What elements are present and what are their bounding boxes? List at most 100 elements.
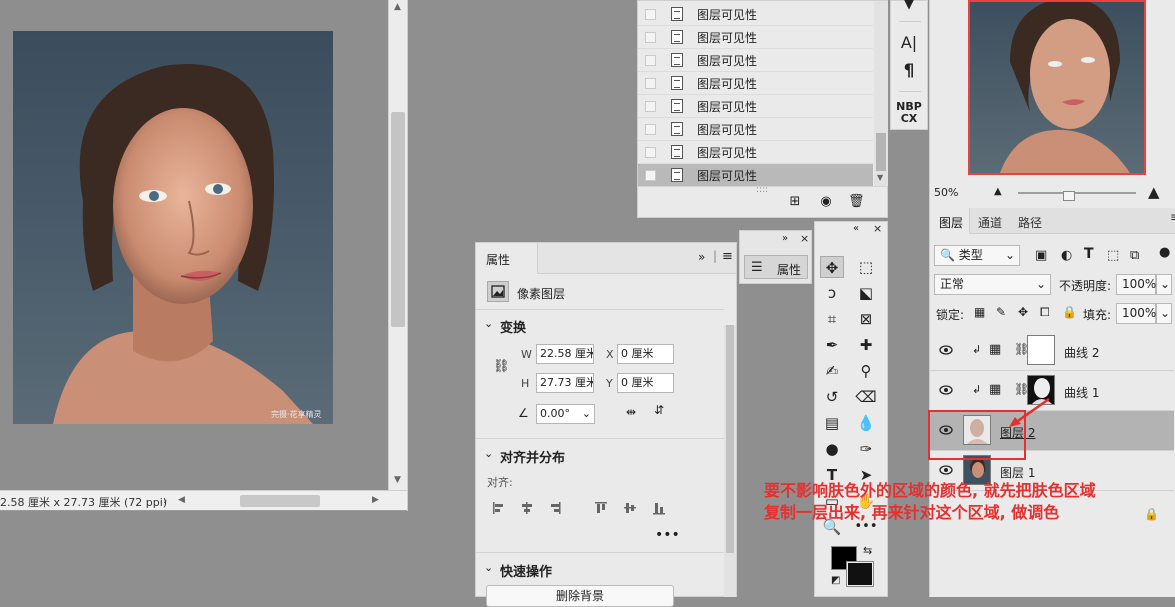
history-item-selected[interactable]: 图层可见性 [638, 164, 873, 187]
align-horizontal-centers-icon[interactable] [520, 501, 534, 515]
align-section-title[interactable]: 对齐并分布 [500, 447, 565, 466]
eraser-tool-icon[interactable]: ⌫ [854, 386, 878, 408]
expand-panel-icon[interactable]: » [782, 233, 788, 244]
more-options-icon[interactable]: ••• [655, 527, 680, 543]
adjustment-filter-icon[interactable]: ◐ [1061, 248, 1072, 263]
snapshot-checkbox[interactable] [645, 100, 656, 112]
snapshot-checkbox[interactable] [645, 123, 656, 135]
width-field[interactable]: 22.58 厘米 [536, 344, 594, 364]
document-size-status[interactable]: 2.58 厘米 x 27.73 厘米 (72 ppi) [0, 494, 167, 510]
glyphs-panel-icon[interactable]: NBP CX [891, 101, 927, 125]
healing-brush-tool-icon[interactable]: ✚ [854, 334, 878, 356]
fill-dropdown-icon[interactable]: ⌄ [1156, 303, 1172, 324]
history-item[interactable]: 图层可见性 [638, 141, 873, 164]
tab-channels[interactable]: 通道 [978, 214, 1002, 231]
layer-name[interactable]: 图层 1 [1000, 464, 1035, 481]
remove-background-button[interactable]: 删除背景 [486, 585, 674, 607]
scroll-up-icon[interactable]: ▲ [394, 2, 401, 12]
scroll-down-icon[interactable]: ▼ [394, 475, 401, 485]
canvas-area[interactable]: 完摄·花享精灵 [0, 0, 388, 490]
section-chevron-icon[interactable]: ⌄ [484, 447, 493, 460]
layer-name[interactable]: 曲线 1 [1064, 384, 1099, 401]
history-item[interactable]: 图层可见性 [638, 26, 873, 49]
frame-tool-icon[interactable]: ⊠ [854, 308, 878, 330]
scroll-down-icon[interactable]: ▼ [877, 173, 883, 182]
history-item[interactable]: 图层可见性 [638, 3, 873, 26]
status-menu-chevron-icon[interactable]: › [163, 494, 167, 507]
history-scroll-thumb[interactable] [876, 133, 886, 171]
layer-filter-select[interactable]: 🔍 类型 ⌄ [934, 245, 1020, 266]
gradient-tool-icon[interactable]: ▤ [820, 412, 844, 434]
lock-artboard-icon[interactable]: ⧠ [1040, 305, 1050, 320]
panel-menu-icon[interactable]: ≡ [1170, 210, 1175, 224]
tab-layers[interactable]: 图层 [939, 214, 963, 231]
close-icon[interactable]: × [800, 232, 809, 245]
resize-grip-icon[interactable]: :::: [756, 185, 768, 195]
dodge-tool-icon[interactable]: ● [820, 438, 844, 460]
swap-colors-icon[interactable]: ⇆ [863, 544, 872, 557]
crop-tool-icon[interactable]: ⌗ [820, 308, 844, 330]
x-field[interactable]: 0 厘米 [617, 344, 674, 364]
horizontal-scroll-thumb[interactable] [240, 495, 320, 507]
eye-visibility-icon[interactable] [939, 385, 953, 395]
transform-section-title[interactable]: 变换 [500, 317, 526, 336]
zoom-slider-track[interactable] [1018, 192, 1136, 194]
shape-filter-icon[interactable]: ⬚ [1107, 248, 1119, 263]
document-vertical-scrollbar[interactable]: ▲ ▼ [388, 0, 407, 490]
navigator-thumbnail[interactable] [968, 0, 1146, 175]
angle-field[interactable]: 0.00° ⌄ [536, 404, 595, 424]
lock-transparent-icon[interactable]: ▦ [974, 305, 985, 319]
blend-mode-select[interactable]: 正常 ⌄ [934, 274, 1051, 295]
y-field[interactable]: 0 厘米 [617, 373, 674, 393]
scroll-left-icon[interactable]: ◀ [178, 495, 185, 505]
object-selection-tool-icon[interactable]: ⬕ [854, 282, 878, 304]
scroll-right-icon[interactable]: ▶ [372, 495, 379, 505]
layer-row-curves-2[interactable]: ↲ ▦ ⛓ 曲线 2 [930, 331, 1174, 371]
snapshot-checkbox[interactable] [645, 146, 656, 158]
zoom-out-mountain-icon[interactable]: ▲ [994, 186, 1002, 197]
history-brush-tool-icon[interactable]: ↺ [820, 386, 844, 408]
history-item[interactable]: 图层可见性 [638, 95, 873, 118]
paragraph-panel-icon[interactable]: ¶ [891, 61, 927, 81]
align-left-edges-icon[interactable] [492, 501, 506, 515]
align-vertical-centers-icon[interactable] [623, 501, 637, 515]
lock-image-brush-icon[interactable]: ✎ [996, 305, 1006, 319]
snapshot-checkbox[interactable] [645, 8, 656, 20]
quick-actions-section-title[interactable]: 快速操作 [500, 561, 552, 580]
lock-position-icon[interactable]: ✥ [1018, 305, 1028, 319]
pen-tool-icon[interactable]: ✑ [854, 438, 878, 460]
section-chevron-icon[interactable]: ⌄ [484, 561, 493, 574]
smart-object-filter-icon[interactable]: ⧉ [1130, 248, 1139, 263]
clone-stamp-tool-icon[interactable]: ⚲ [854, 360, 878, 382]
type-filter-icon[interactable]: T [1084, 246, 1094, 262]
link-proportions-icon[interactable]: ⛓ [493, 359, 510, 374]
collapse-panel-icon[interactable]: » [698, 250, 705, 264]
trash-icon[interactable]: 🗑 [848, 195, 865, 209]
opacity-dropdown-icon[interactable]: ⌄ [1156, 274, 1172, 295]
align-bottom-edges-icon[interactable] [652, 501, 666, 515]
rectangular-marquee-tool-icon[interactable]: ⬚ [854, 256, 878, 278]
snapshot-checkbox[interactable] [645, 169, 656, 181]
flip-vertical-icon[interactable]: ⇵ [654, 403, 664, 417]
portrait-image[interactable]: 完摄·花享精灵 [13, 31, 333, 424]
eye-visibility-icon[interactable] [939, 345, 953, 355]
panel-menu-icon[interactable]: ≡ [722, 249, 733, 264]
history-item[interactable]: 图层可见性 [638, 118, 873, 141]
collapse-toolbar-icon[interactable]: « [853, 223, 859, 234]
background-color-swatch[interactable] [846, 561, 874, 587]
layer-name[interactable]: 曲线 2 [1064, 344, 1099, 361]
eyedropper-tool-icon[interactable]: ✒ [820, 334, 844, 356]
align-right-edges-icon[interactable] [548, 501, 562, 515]
properties-scrollbar[interactable] [724, 325, 736, 597]
opacity-field[interactable]: 100% [1116, 274, 1156, 295]
brush-tool-icon[interactable]: ✍ [820, 360, 844, 382]
camera-snapshot-icon[interactable]: ◉ [819, 195, 833, 209]
default-colors-icon[interactable]: ◩ [831, 575, 840, 586]
snapshot-checkbox[interactable] [645, 31, 656, 43]
close-icon[interactable]: × [873, 222, 882, 235]
properties-button[interactable]: ☰ 属性 [744, 255, 808, 279]
snapshot-checkbox[interactable] [645, 77, 656, 89]
character-panel-icon[interactable]: A| [891, 33, 927, 52]
new-document-from-state-icon[interactable]: ⊞ [788, 195, 802, 209]
height-field[interactable]: 27.73 厘米 [536, 373, 594, 393]
